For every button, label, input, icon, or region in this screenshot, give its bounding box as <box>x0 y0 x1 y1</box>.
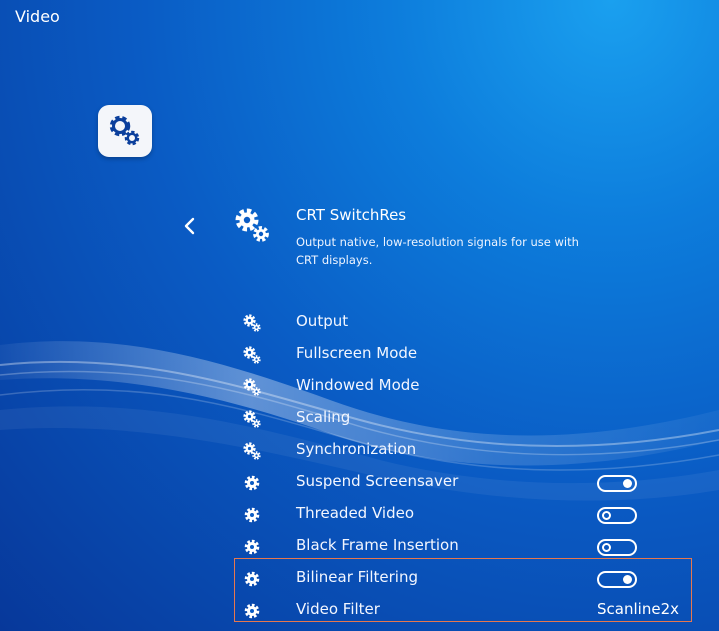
menu-item-suspend-screensaver[interactable]: Suspend Screensaver <box>233 466 691 498</box>
toggle-switch-on[interactable] <box>597 571 637 588</box>
menu-item-scaling[interactable]: Scaling <box>233 402 691 434</box>
window-title: Video <box>15 7 60 26</box>
chevron-left-icon[interactable] <box>182 217 196 235</box>
menu-item-label: Fullscreen Mode <box>296 344 418 362</box>
menu-item-label: Output <box>296 312 349 330</box>
toggle-knob <box>623 575 632 584</box>
menu-item-black-frame-insertion[interactable]: Black Frame Insertion <box>233 530 691 562</box>
gear-icon <box>242 569 262 589</box>
menu-item-windowed-mode[interactable]: Windowed Mode <box>233 370 691 402</box>
menu-item-label: Threaded Video <box>296 504 414 522</box>
setting-value: Scanline2x <box>597 600 679 618</box>
menu-item-output[interactable]: Output <box>233 306 691 338</box>
page-title: CRT SwitchRes <box>296 206 407 224</box>
gears-icon <box>242 409 262 429</box>
toggle-knob <box>602 511 611 520</box>
menu-item-label: Video Filter <box>296 600 380 618</box>
toggle-knob <box>623 479 632 488</box>
gear-icon <box>242 601 262 621</box>
menu-item-fullscreen-mode[interactable]: Fullscreen Mode <box>233 338 691 370</box>
gears-icon <box>242 345 262 365</box>
menu-item-label: Black Frame Insertion <box>296 536 459 554</box>
menu-item-label: Synchronization <box>296 440 417 458</box>
gears-icon <box>242 377 262 397</box>
toggle-switch-off[interactable] <box>597 539 637 556</box>
menu-item-video-filter[interactable]: Video Filter Scanline2x <box>233 594 691 626</box>
menu-item-label: Bilinear Filtering <box>296 568 418 586</box>
gears-icon <box>242 441 262 461</box>
menu-item-label: Scaling <box>296 408 351 426</box>
toggle-switch-on[interactable] <box>597 475 637 492</box>
toggle-switch-off[interactable] <box>597 507 637 524</box>
gears-icon <box>233 206 273 246</box>
menu-item-label: Windowed Mode <box>296 376 420 394</box>
gear-icon <box>242 473 262 493</box>
menu-item-label: Suspend Screensaver <box>296 472 459 490</box>
page-description: Output native, low-resolution signals fo… <box>296 235 579 267</box>
toggle-knob <box>602 543 611 552</box>
menu-item-synchronization[interactable]: Synchronization <box>233 434 691 466</box>
gear-icon <box>242 505 262 525</box>
menu-item-bilinear-filtering[interactable]: Bilinear Filtering <box>233 562 691 594</box>
settings-gears-icon <box>98 105 152 157</box>
gear-icon <box>242 537 262 557</box>
menu-item-threaded-video[interactable]: Threaded Video <box>233 498 691 530</box>
gears-icon <box>242 313 262 333</box>
